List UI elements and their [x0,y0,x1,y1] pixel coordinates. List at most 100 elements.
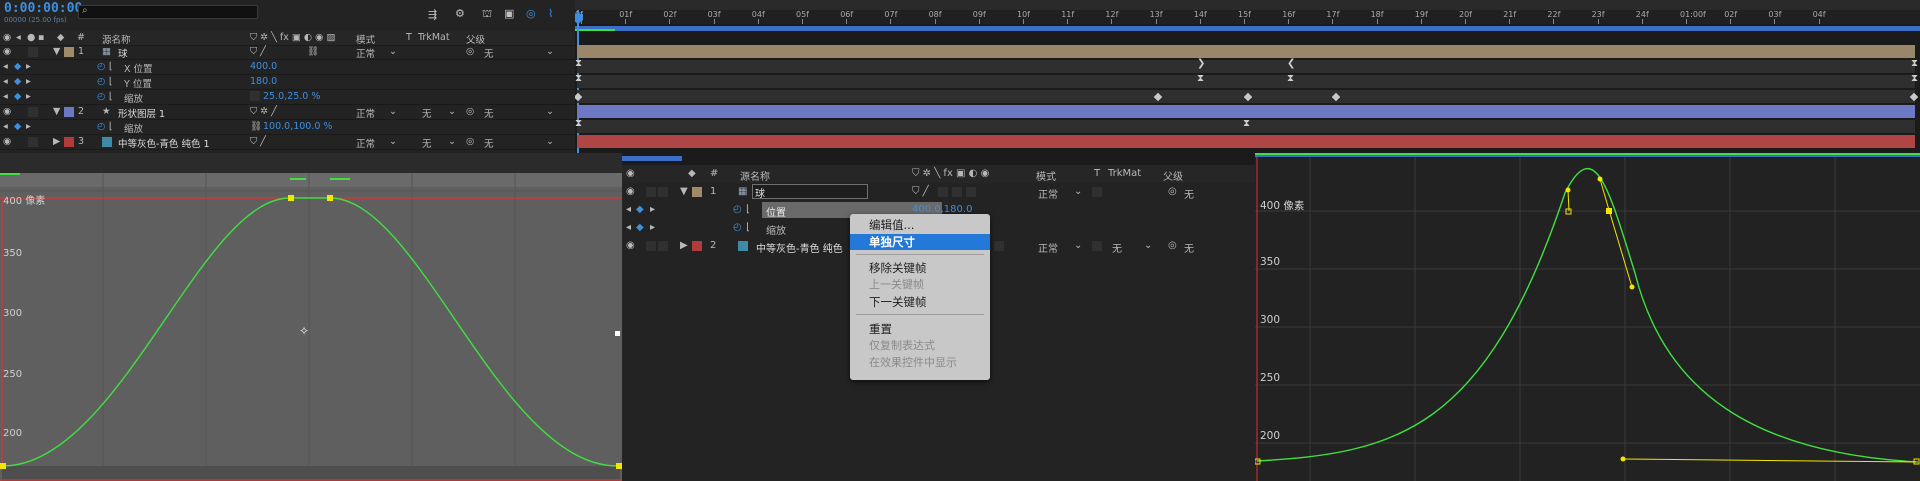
keyframe-icon[interactable]: ⧗ [575,58,582,69]
frame-blend-icon[interactable]: ▣ [504,7,514,20]
layer-row-1[interactable]: ◉ ▼ 1 ▦ 球 ⛉ ╱ ⛓ 正常 ⌄ ◎ 无 ⌄ [0,45,575,60]
source-name-header[interactable]: 源名称 [102,32,131,46]
chevron-down-icon[interactable]: ⌄ [1144,240,1152,251]
trkmat-select[interactable]: 无 [422,136,432,150]
layer-bar-1[interactable] [577,45,1915,58]
stopwatch-icon[interactable]: ◴ [733,204,742,215]
chevron-down-icon[interactable]: ⌄ [448,106,456,117]
menu-item-copy-expression-only[interactable]: 仅复制表达式 [850,338,990,354]
keyframe-icon[interactable]: ⧗ [575,73,582,84]
next-key-icon[interactable]: ▸ [26,91,31,102]
expand-triangle-icon[interactable]: ▶ [680,240,688,251]
layer-bar-3[interactable] [577,135,1915,148]
work-area-bar[interactable] [575,0,1920,10]
switches-icon[interactable]: ⛉ ╱ [250,46,266,57]
eye-icon[interactable]: ◉ [626,186,635,197]
mode-select[interactable]: 正常 [356,46,375,60]
chevron-down-icon[interactable]: ⌄ [1074,240,1082,251]
property-value[interactable]: 180.0 [250,76,277,87]
keyframe-icon[interactable]: ❮ [1287,58,1295,69]
label-color[interactable] [64,107,74,117]
switches-icon[interactable]: ⛉ ╱ [912,186,929,197]
link-icon[interactable]: ⛓ [250,121,262,132]
parent-select[interactable]: 无 [1184,240,1194,255]
fx-icon[interactable]: ⛓ [307,46,319,57]
stopwatch-icon[interactable]: ◴ [733,222,742,233]
next-key-icon[interactable]: ▸ [26,61,31,72]
mode-select[interactable]: 正常 [356,136,375,150]
next-key-icon[interactable]: ▸ [26,76,31,87]
keyframe-nav-icon[interactable]: ◆ [636,204,644,215]
menu-item-reveal-in-effect-controls[interactable]: 在效果控件中显示 [850,355,990,371]
pickwhip-icon[interactable]: ◎ [1168,240,1177,251]
layer-name[interactable]: 中等灰色-青色 纯色 [756,240,843,255]
layer-row-2[interactable]: ◉ ▼ 2 ★ 形状图层 1 ⛉ ✲ ╱ 正常 ⌄ 无 ⌄ ◎ 无 ⌄ [0,105,575,120]
expand-triangle-icon[interactable]: ▶ [53,136,60,147]
search-input[interactable]: ⌕ [78,5,258,19]
track-row-x[interactable] [577,60,1915,73]
label-color[interactable] [64,137,74,147]
property-value[interactable]: 400.0 [250,61,277,72]
graph-canvas-left[interactable]: ✧ [0,153,622,481]
label-color[interactable] [692,241,702,251]
middle-layer-row-1[interactable]: ◉ ▼ 1 ▦ 球 ⛉ ╱ 正常 ⌄ ◎ 无 [622,183,1255,201]
parent-select[interactable]: 无 [484,106,494,120]
property-value[interactable]: 100.0,100.0 % [263,121,332,132]
pickwhip-icon[interactable]: ◎ [466,106,474,117]
chevron-down-icon[interactable]: ⌄ [389,136,397,147]
track-row-y[interactable] [577,75,1915,88]
draft-3d-icon[interactable]: ⚙ [455,7,465,20]
stopwatch-icon[interactable]: ◴ [97,76,105,87]
stopwatch-icon[interactable]: ◴ [97,91,105,102]
layer-bar-2[interactable] [577,105,1915,118]
trkmat-select[interactable]: 无 [1112,240,1122,255]
time-ruler[interactable]: 0f01f02f03f04f05f06f07f08f09f10f11f12f13… [575,10,1920,24]
trkmat-select[interactable]: 无 [422,106,432,120]
label-color[interactable] [692,187,702,197]
pickwhip-icon[interactable]: ◎ [1168,186,1177,197]
property-row-scale[interactable]: ◂ ◆ ▸ ◴ ⌊ 缩放 25.0,25.0 % [0,90,575,105]
parent-select[interactable]: 无 [484,46,494,60]
timecode[interactable]: 0:00:00:00 [4,1,82,16]
keyframe-icon[interactable]: ⧗ [1911,73,1918,84]
menu-item-reset[interactable]: 重置 [850,321,990,337]
pickwhip-icon[interactable]: ◎ [466,136,474,147]
parent-select[interactable]: 无 [484,136,494,150]
layer-row-3[interactable]: ◉ ▶ 3 中等灰色-青色 纯色 1 ⛉ ╱ 正常 ⌄ 无 ⌄ ◎ 无 ⌄ [0,135,575,150]
chevron-down-icon[interactable]: ⌄ [448,136,456,147]
expand-triangle-icon[interactable]: ▼ [53,46,60,57]
next-key-icon[interactable]: ▸ [650,204,655,215]
keyframe-nav-icon[interactable]: ◆ [14,121,21,132]
keyframe-nav-icon[interactable]: ◆ [14,76,21,87]
stopwatch-icon[interactable]: ◴ [97,61,105,72]
timeline-track-area[interactable]: 0f01f02f03f04f05f06f07f08f09f10f11f12f13… [575,0,1920,153]
graph-editor-left[interactable]: ✧ 400 像素 350 300 250 200 [0,153,622,481]
keyframe-nav-icon[interactable]: ◆ [14,91,21,102]
chevron-down-icon[interactable]: ⌄ [1074,186,1082,197]
chevron-down-icon[interactable]: ⌄ [389,106,397,117]
layer-name-field[interactable]: 球 [752,184,868,200]
stopwatch-icon[interactable]: ◴ [97,121,105,132]
source-name-header[interactable]: 源名称 [740,168,770,183]
graph-canvas-right[interactable] [1255,153,1920,481]
keyframe-icon[interactable]: ⧗ [575,118,582,129]
switches-icon[interactable]: ⛉ ╱ [250,136,266,147]
layer-name[interactable]: 形状图层 1 [118,106,165,120]
expand-triangle-icon[interactable]: ▼ [680,186,688,197]
graph-editor-right[interactable]: 400 像素 350 300 250 200 [1255,153,1920,481]
property-row-x-position[interactable]: ◂ ◆ ▸ ◴ ⌊ X 位置 400.0 [0,60,575,75]
work-area-range[interactable] [575,26,1920,31]
menu-item-remove-keyframe[interactable]: 移除关键帧 [850,260,990,276]
menu-item-previous-keyframe[interactable]: 上一关键帧 [850,277,990,293]
keyframe-nav-icon[interactable]: ◆ [636,222,644,233]
keyframe-icon[interactable]: ⧗ [1287,73,1294,84]
time-nav-bar[interactable] [622,156,682,161]
layer-name[interactable]: 中等灰色-青色 纯色 1 [118,136,210,150]
parent-select[interactable]: 无 [1184,186,1194,201]
mode-select[interactable]: 正常 [1038,240,1058,255]
chevron-down-icon[interactable]: ⌄ [546,106,554,117]
next-key-icon[interactable]: ▸ [26,121,31,132]
property-value[interactable]: 25.0,25.0 % [263,91,320,102]
menu-item-edit-value[interactable]: 编辑值... [850,217,990,233]
property-row-y-position[interactable]: ◂ ◆ ▸ ◴ ⌊ Y 位置 180.0 [0,75,575,90]
